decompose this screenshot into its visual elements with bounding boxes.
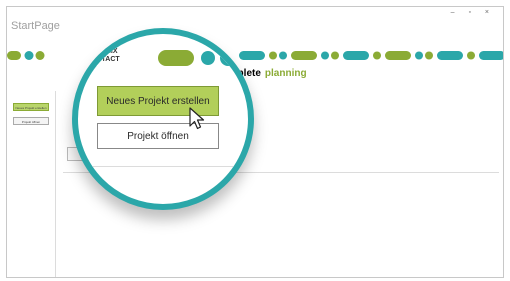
sidebar-item-open-project[interactable]: Projekt öffnen bbox=[13, 117, 49, 125]
window-controls[interactable]: – ▫ × bbox=[451, 9, 495, 16]
logo-line2: CONTACT bbox=[86, 56, 120, 63]
magnifier-zoom: PHOENIX CONTACT Neues Projekt erstellen … bbox=[72, 28, 254, 210]
window-title: StartPage bbox=[11, 20, 60, 32]
logo-line1: PHOENIX bbox=[86, 48, 118, 55]
phoenix-contact-logo: PHOENIX CONTACT bbox=[86, 48, 120, 64]
magnified-divider bbox=[78, 166, 248, 167]
mouse-pointer-icon bbox=[189, 107, 205, 130]
sidebar: Neues Projekt erstellen Projekt öffnen bbox=[11, 91, 56, 277]
sidebar-item-new-project[interactable]: Neues Projekt erstellen bbox=[13, 103, 49, 111]
subtitle-planning: planning bbox=[264, 68, 307, 79]
